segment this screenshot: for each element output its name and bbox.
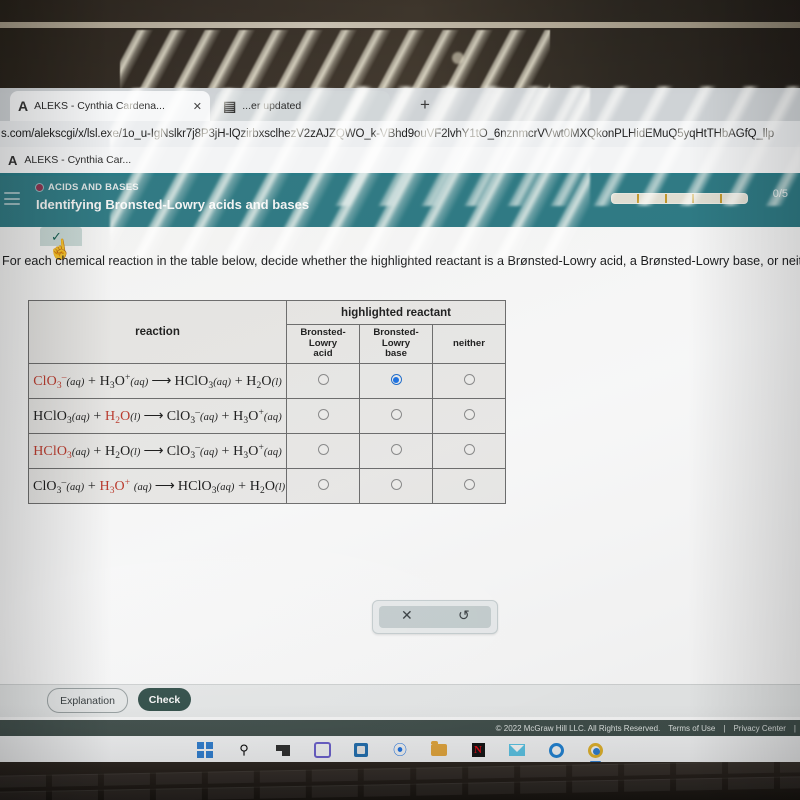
reaction-equation-1: ClO3–(aq) + H3O+(aq) ⟶ HClO3(aq) + H2O(l) [28, 363, 287, 400]
browser-tab-title: ALEKS - Cynthia Cardena... [34, 100, 165, 112]
browser-tab-strip: A ALEKS - Cynthia Cardena... ✕ ▤ ...er u… [0, 88, 800, 121]
address-bar-url: s.com/alekscgi/x/lsl.exe/1o_u-IgNslkr7j8… [1, 128, 775, 140]
undo-icon[interactable]: ↺ [458, 607, 470, 624]
radio-row1-neither[interactable] [432, 363, 506, 400]
column-header-acid: Bronsted-Lowry acid [286, 323, 360, 365]
clear-icon[interactable]: ✕ [401, 607, 413, 624]
topic-category-label: ACIDS AND BASES [48, 182, 139, 193]
radio-row3-acid[interactable] [286, 433, 360, 470]
column-group-header: highlighted reactant [286, 300, 506, 325]
progress-count: 0/5 [772, 188, 788, 200]
table-row: HClO3(aq) + H2O(l) ⟶ ClO3–(aq) + H3O+(aq) [28, 398, 506, 435]
file-explorer-icon[interactable] [431, 741, 448, 759]
radio-row2-base[interactable] [359, 398, 433, 435]
clear-undo-toolbar: ✕ ↺ [372, 600, 498, 634]
hamburger-icon[interactable] [4, 192, 20, 205]
aleks-bookmark-icon: A [8, 152, 18, 168]
reaction-equation-2: HClO3(aq) + H2O(l) ⟶ ClO3–(aq) + H3O+(aq) [28, 398, 287, 435]
window-blind-reflection [120, 30, 550, 92]
topic-dot-icon [36, 184, 43, 191]
action-bar: Explanation Check [0, 684, 800, 717]
radio-row4-neither[interactable] [432, 468, 506, 505]
edge-icon[interactable] [548, 742, 565, 759]
page-title: Identifying Bronsted-Lowry acids and bas… [36, 197, 310, 212]
document-favicon-icon: ▤ [223, 98, 237, 114]
check-button[interactable]: Check [138, 688, 191, 711]
laptop-photo: A ALEKS - Cynthia Cardena... ✕ ▤ ...er u… [0, 0, 800, 800]
footer-separator: | [793, 723, 796, 733]
radio-row3-base[interactable] [359, 433, 433, 470]
windows-taskbar: ⚲ ⦿ N [0, 736, 800, 764]
table-row: ClO3–(aq) + H3O+ (aq) ⟶ HClO3(aq) + H2O(l) [28, 468, 506, 505]
explanation-button[interactable]: Explanation [47, 688, 128, 713]
dropbox-icon[interactable]: ⦿ [392, 742, 409, 759]
start-icon[interactable] [197, 742, 214, 759]
radio-row2-neither[interactable] [432, 398, 506, 435]
radio-button[interactable] [317, 409, 329, 421]
radio-button[interactable] [463, 444, 475, 456]
radio-row1-base[interactable] [359, 363, 433, 400]
chrome-icon[interactable] [587, 742, 604, 763]
laptop-screen: A ALEKS - Cynthia Cardena... ✕ ▤ ...er u… [0, 88, 800, 764]
laptop-keyboard [0, 760, 800, 800]
netflix-icon[interactable]: N [470, 742, 487, 759]
browser-tab-inactive[interactable]: ▤ ...er updated [215, 91, 390, 121]
bookmark-item-aleks[interactable]: ALEKS - Cynthia Car... [24, 154, 131, 166]
column-header-base: Bronsted-Lowry base [359, 323, 433, 365]
radio-button[interactable] [390, 409, 402, 421]
reaction-equation-3: HClO3(aq) + H2O(l) ⟶ ClO3–(aq) + H3O+(aq) [28, 433, 287, 470]
privacy-center-link[interactable]: Privacy Center [733, 724, 785, 733]
radio-button[interactable] [317, 479, 329, 491]
copyright-text: © 2022 McGraw Hill LLC. All Rights Reser… [495, 723, 661, 733]
radio-button[interactable] [317, 374, 329, 386]
laptop-bezel-top [0, 0, 800, 92]
aleks-app-header: ACIDS AND BASES Identifying Bronsted-Low… [0, 173, 800, 227]
bezel-light-spot [452, 52, 464, 64]
terms-of-use-link[interactable]: Terms of Use [668, 724, 715, 733]
table-row: ClO3–(aq) + H3O+(aq) ⟶ HClO3(aq) + H2O(l) [28, 363, 506, 400]
footer-separator: | [723, 723, 726, 733]
progress-bar [611, 193, 748, 204]
task-view-icon[interactable] [275, 742, 292, 759]
radio-button[interactable] [463, 374, 475, 386]
table-row: HClO3(aq) + H2O(l) ⟶ ClO3–(aq) + H3O+(aq) [28, 433, 506, 470]
table-header-row-1: reaction highlighted reactant [28, 299, 506, 365]
radio-row3-neither[interactable] [432, 433, 506, 470]
radio-row1-acid[interactable] [286, 363, 360, 400]
radio-button[interactable] [390, 479, 402, 491]
aleks-favicon-icon: A [18, 98, 29, 114]
radio-button-selected[interactable] [390, 374, 402, 386]
toolbar-inner [379, 606, 491, 628]
column-header-reaction: reaction [28, 299, 287, 365]
radio-button[interactable] [463, 479, 475, 491]
radio-row4-acid[interactable] [286, 468, 360, 505]
radio-button[interactable] [463, 409, 475, 421]
search-icon[interactable]: ⚲ [236, 742, 253, 759]
close-icon[interactable]: ✕ [193, 100, 202, 113]
radio-button[interactable] [317, 444, 329, 456]
reactions-table: reaction highlighted reactant Bronsted-L… [28, 299, 506, 505]
browser-tab-title: ...er updated [242, 100, 302, 112]
new-tab-button[interactable]: + [420, 96, 430, 113]
browser-tab-active[interactable]: A ALEKS - Cynthia Cardena... ✕ [10, 91, 210, 121]
address-bar[interactable]: s.com/alekscgi/x/lsl.exe/1o_u-IgNslkr7j8… [0, 121, 800, 147]
radio-row4-base[interactable] [359, 468, 433, 505]
store-icon[interactable] [353, 742, 370, 759]
radio-row2-acid[interactable] [286, 398, 360, 435]
footer-bar: © 2022 McGraw Hill LLC. All Rights Reser… [0, 720, 800, 736]
column-header-neither: neither [432, 323, 506, 365]
mail-icon[interactable] [509, 742, 526, 759]
topic-category: ACIDS AND BASES [36, 182, 139, 193]
reaction-equation-4: ClO3–(aq) + H3O+ (aq) ⟶ HClO3(aq) + H2O(l) [28, 468, 287, 505]
bookmarks-bar: A ALEKS - Cynthia Car... [0, 147, 800, 173]
chat-icon[interactable] [313, 742, 331, 759]
question-prompt: For each chemical reaction in the table … [2, 254, 800, 268]
radio-button[interactable] [390, 444, 402, 456]
